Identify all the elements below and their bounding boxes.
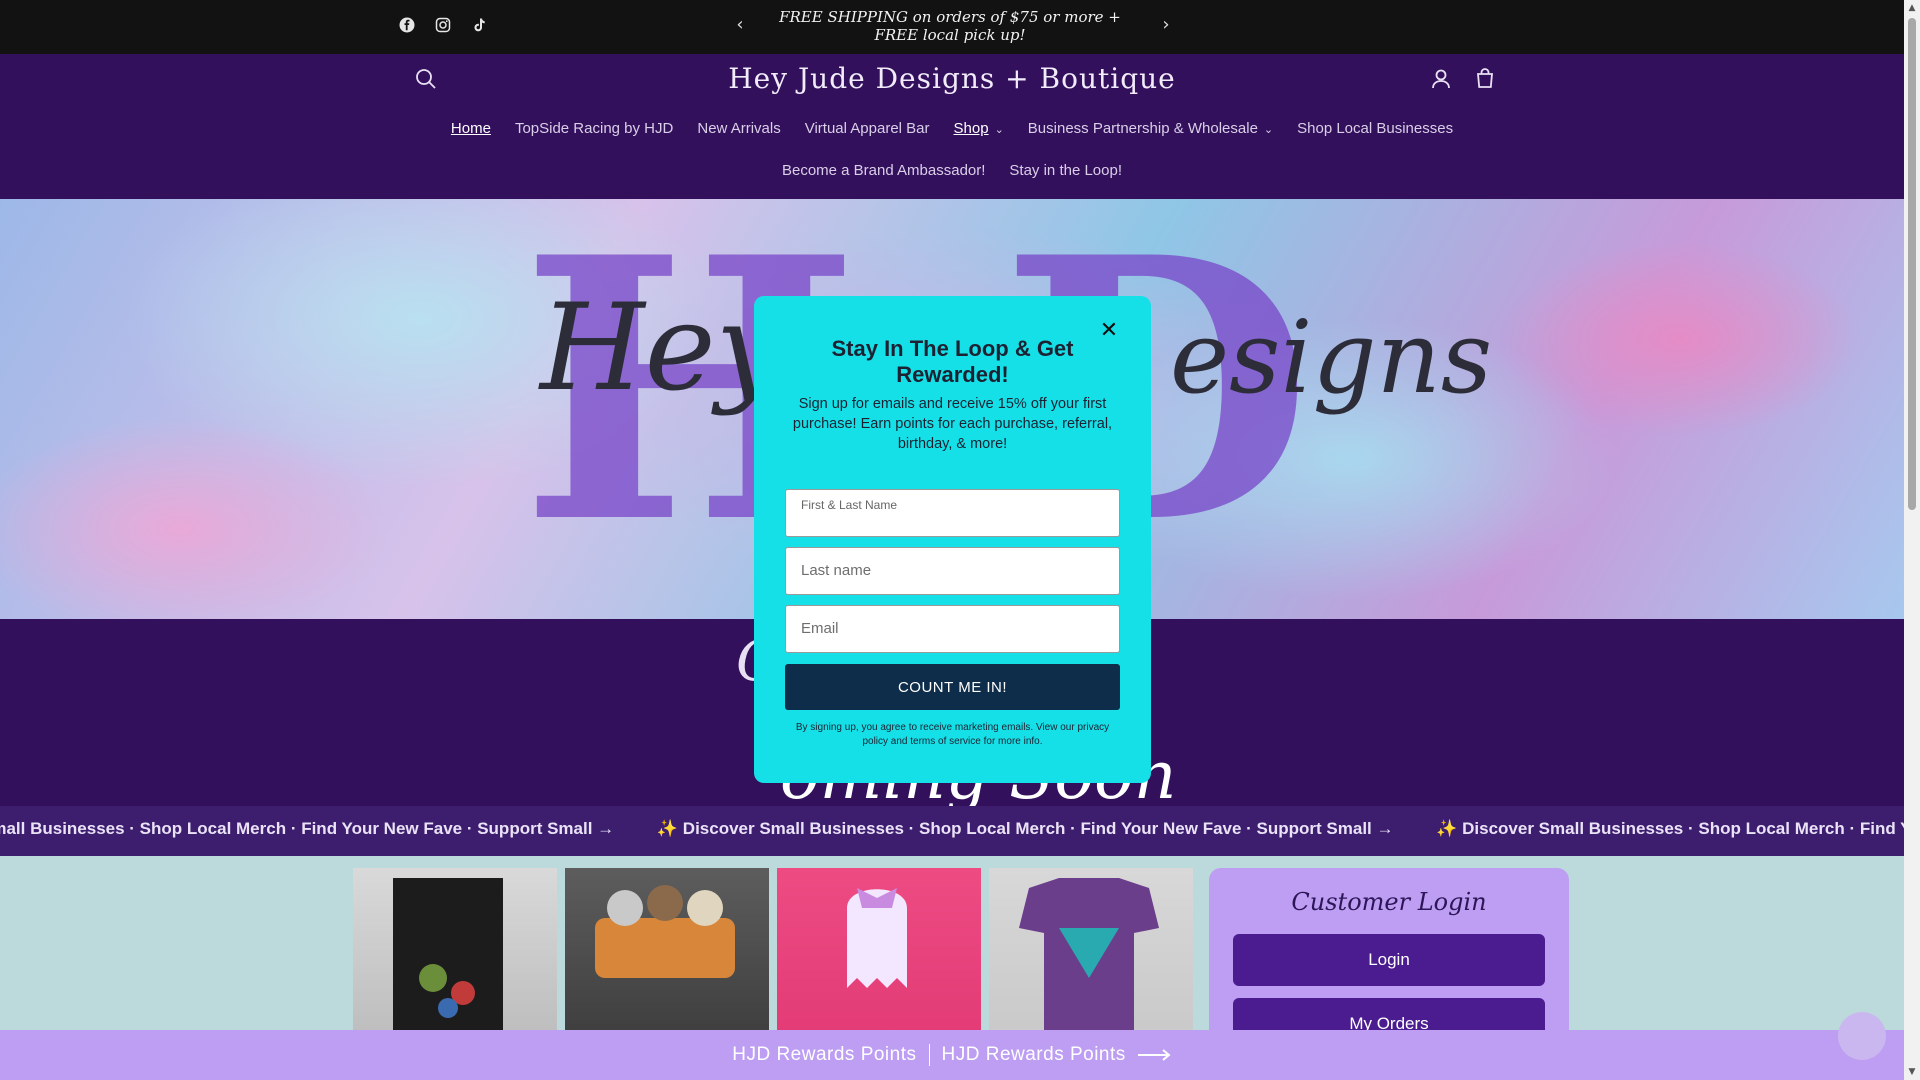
chevron-left-icon[interactable]: ‹ [729,14,751,36]
chevron-down-icon: ⌄ [1263,124,1274,136]
instagram-icon[interactable] [434,16,452,34]
chat-widget-button[interactable] [1838,1012,1886,1060]
legal-text: By signing up, you agree to receive mark… [795,722,1110,747]
rewards-bar[interactable]: HJD Rewards Points HJD Rewards Points [0,1030,1904,1080]
product-card[interactable] [353,868,557,1038]
popup-title: Stay In The Loop & Get Rewarded! [831,336,1074,387]
last-name-placeholder: Last name [801,562,872,579]
marquee-banner: Small Businesses · Shop Local Merch · Fi… [0,806,1904,856]
product-card[interactable] [565,868,769,1038]
site-header: Hey Jude Designs + Boutique Home TopSide… [0,54,1904,199]
scrollbar-thumb[interactable] [1908,18,1916,510]
rewards-label-2: HJD Rewards Points [941,1044,1126,1065]
arrow-right-icon [1137,1049,1171,1061]
rewards-label: HJD Rewards Points [732,1044,917,1065]
count-me-in-button[interactable]: COUNT ME IN! [785,664,1120,710]
nav-virtual-apparel-bar[interactable]: Virtual Apparel Bar [805,120,930,137]
nav-topside-racing[interactable]: TopSide Racing by HJD [515,120,673,137]
nav-business-partnership-label: Business Partnership & Wholesale [1027,120,1258,137]
marquee-track: Small Businesses · Shop Local Merch · Fi… [0,819,1904,839]
nav-shop[interactable]: Shop ⌄ [954,120,1004,137]
divider [928,1044,930,1066]
facebook-icon[interactable] [398,16,416,34]
email-field[interactable]: Email [785,605,1120,653]
nav-business-partnership[interactable]: Business Partnership & Wholesale ⌄ [1028,120,1273,137]
newsletter-popup: ✕ Stay In The Loop & Get Rewarded! Sign … [754,296,1151,783]
login-card-title: Customer Login [1291,888,1487,916]
account-icon[interactable] [1428,66,1454,92]
main-nav: Home TopSide Racing by HJD New Arrivals … [0,120,1904,137]
popup-description: Sign up for emails and receive 15% off y… [792,396,1113,452]
tiktok-icon[interactable] [470,16,488,34]
chevron-right-icon[interactable]: › [1155,14,1177,36]
email-placeholder: Email [801,620,839,637]
last-name-field[interactable]: Last name [785,547,1120,595]
announcement-text: FREE SHIPPING on orders of $75 or more +… [779,8,1121,44]
main-nav-row2: Become a Brand Ambassador! Stay in the L… [0,162,1904,179]
name-field[interactable]: First & Last Name [785,489,1120,537]
hero-script-text: Hey [540,279,784,418]
login-button[interactable]: Login [1233,934,1545,986]
social-links [398,16,488,34]
announcement-bar: ‹ FREE SHIPPING on orders of $75 or more… [0,0,1904,54]
nav-stay-in-loop[interactable]: Stay in the Loop! [1009,162,1122,179]
product-card[interactable] [989,868,1193,1038]
nav-new-arrivals[interactable]: New Arrivals [697,120,780,137]
nav-home[interactable]: Home [451,120,491,137]
nav-shop-local[interactable]: Shop Local Businesses [1297,120,1453,137]
marquee-item: Small Businesses · Shop Local Merch · Fi… [0,819,615,838]
nav-shop-label: Shop [953,120,989,137]
scroll-down-icon[interactable]: ▼ [1907,1067,1917,1077]
chevron-down-icon: ⌄ [994,124,1004,136]
page-scrollbar[interactable]: ▲ ▼ [1904,0,1920,1080]
brand-logo[interactable]: Hey Jude Designs + Boutique [700,62,1204,95]
product-card[interactable] [777,868,981,1038]
cart-icon[interactable] [1472,66,1498,92]
marquee-item: ✨ Discover Small Businesses · Shop Local… [656,819,1394,838]
name-field-label: First & Last Name [801,498,898,512]
hero-script-text-2: esigns [1170,299,1493,416]
marquee-item: ✨ Discover Small Businesses · Shop Local… [1436,819,1904,838]
scroll-up-icon[interactable]: ▲ [1907,3,1917,13]
search-icon[interactable] [413,66,439,92]
nav-brand-ambassador[interactable]: Become a Brand Ambassador! [782,162,985,179]
